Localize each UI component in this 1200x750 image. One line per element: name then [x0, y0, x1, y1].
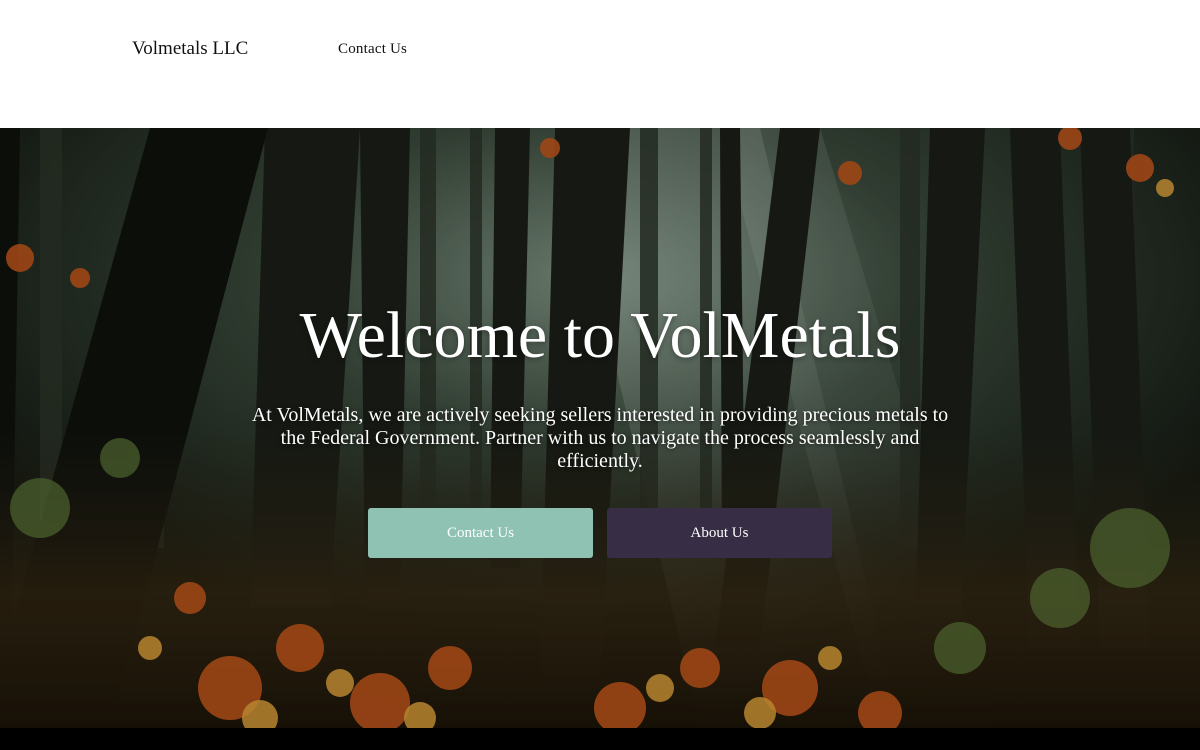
hero-description: At VolMetals, we are actively seeking se… [251, 404, 949, 472]
hero-section: Welcome to VolMetals At VolMetals, we ar… [0, 128, 1200, 728]
about-us-button[interactable]: About Us [607, 508, 832, 558]
brand-logo-text[interactable]: Volmetals LLC [132, 38, 248, 60]
site-header: Volmetals LLC Contact Us [0, 0, 1200, 128]
bottom-edge-strip [0, 728, 1200, 750]
hero-title: Welcome to VolMetals [299, 299, 901, 372]
nav-link-contact-us[interactable]: Contact Us [338, 41, 407, 58]
contact-us-button[interactable]: Contact Us [368, 508, 593, 558]
